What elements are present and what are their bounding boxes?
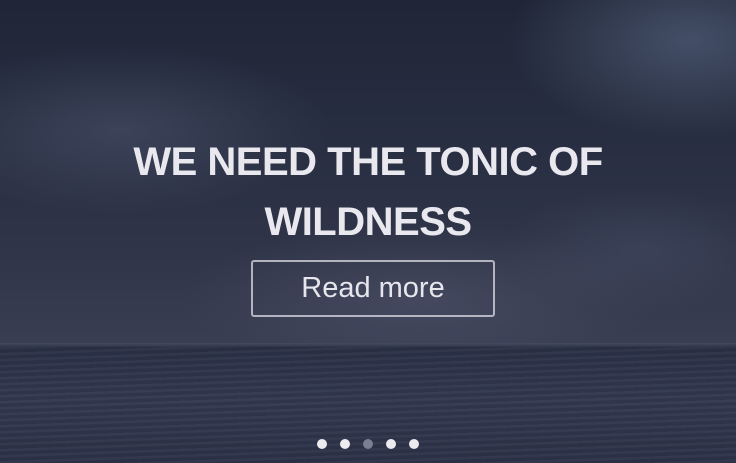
carousel-pagination [0, 439, 736, 451]
read-more-button[interactable]: Read more [251, 260, 495, 317]
hero-headline: WE NEED THE TONIC OF WILDNESS [133, 140, 603, 244]
carousel-dot-4[interactable] [386, 439, 396, 449]
carousel-dot-5[interactable] [409, 439, 419, 449]
carousel-dot-2[interactable] [340, 439, 350, 449]
carousel-dot-3[interactable] [363, 439, 373, 449]
carousel-dot-1[interactable] [317, 439, 327, 449]
hero-slide: WE NEED THE TONIC OF WILDNESS Read more [0, 0, 736, 463]
